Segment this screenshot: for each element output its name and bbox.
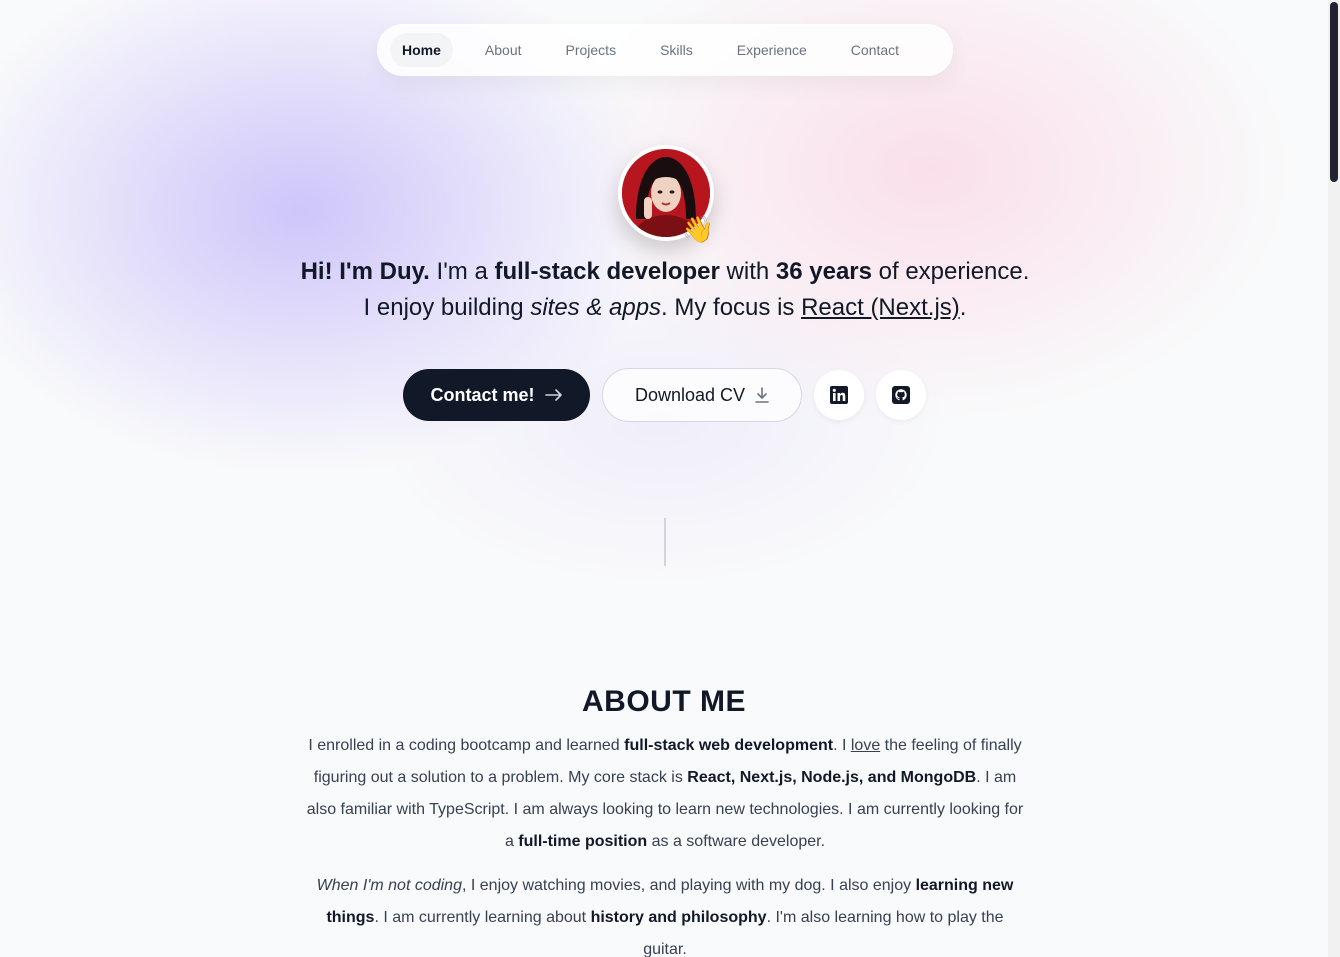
scrollbar-thumb[interactable] <box>1330 2 1338 182</box>
section-divider <box>664 518 666 566</box>
hero-intro: Hi! I'm Duy. I'm a full-stack developer … <box>220 254 1110 326</box>
about-highlight: history and philosophy <box>590 909 767 926</box>
about-text: as a software developer. <box>647 833 826 850</box>
contact-me-label: Contact me! <box>430 384 535 405</box>
nav-item-skills[interactable]: Skills <box>648 33 705 67</box>
linkedin-button[interactable] <box>814 370 864 420</box>
hero-line-2: I enjoy building sites & apps. My focus … <box>220 290 1110 326</box>
about-highlight: React, Next.js, Node.js, and MongoDB <box>687 769 977 786</box>
about-body: I enrolled in a coding bootcamp and lear… <box>305 730 1025 957</box>
about-text: , I enjoy watching movies, and playing w… <box>461 877 916 894</box>
hero-text: with <box>719 258 776 285</box>
about-highlight: full-stack web development <box>624 737 834 754</box>
about-paragraph-2: When I'm not coding, I enjoy watching mo… <box>305 870 1025 957</box>
arrow-right-icon <box>544 389 562 401</box>
hero-focus: React (Next.js) <box>801 294 960 321</box>
about-highlight: full-time position <box>518 833 648 850</box>
wave-emoji-icon: 👋 <box>681 215 714 245</box>
nav-item-about[interactable]: About <box>473 33 534 67</box>
hero-role: full-stack developer <box>494 258 720 285</box>
avatar-container: 👋 <box>618 145 714 245</box>
github-button[interactable] <box>876 370 926 420</box>
about-title: ABOUT ME <box>582 684 746 718</box>
download-cv-button[interactable]: Download CV <box>602 368 802 422</box>
linkedin-icon <box>830 386 848 404</box>
top-nav: Home About Projects Skills Experience Co… <box>377 24 953 76</box>
nav-item-home[interactable]: Home <box>390 33 453 67</box>
nav-item-experience[interactable]: Experience <box>725 33 819 67</box>
hero-actions: Contact me! Download CV <box>403 368 926 422</box>
download-icon <box>755 387 769 403</box>
download-cv-label: Download CV <box>634 384 746 405</box>
about-paragraph-1: I enrolled in a coding bootcamp and lear… <box>305 730 1025 858</box>
hero-text: . My focus is <box>661 294 802 321</box>
nav-item-contact[interactable]: Contact <box>839 33 911 67</box>
hero-greeting: Hi! I'm Duy. <box>300 258 430 285</box>
about-text: . I <box>833 737 851 754</box>
github-icon <box>892 386 910 404</box>
hero-text: I enjoy building <box>363 294 531 321</box>
hero-text: I'm a <box>429 258 495 285</box>
hero-years: 36 years <box>775 258 872 285</box>
hero-sites: sites & apps <box>530 294 662 321</box>
about-text: I enrolled in a coding bootcamp and lear… <box>308 737 625 754</box>
nav-item-projects[interactable]: Projects <box>554 33 629 67</box>
about-highlight: love <box>850 737 881 754</box>
hero-line-1: Hi! I'm Duy. I'm a full-stack developer … <box>220 254 1110 290</box>
contact-me-button[interactable]: Contact me! <box>403 369 590 421</box>
about-text: . I am currently learning about <box>374 909 591 926</box>
hero-text: of experience. <box>871 258 1030 285</box>
hero-text: . <box>959 294 967 321</box>
about-highlight: When I'm not coding <box>316 877 462 894</box>
